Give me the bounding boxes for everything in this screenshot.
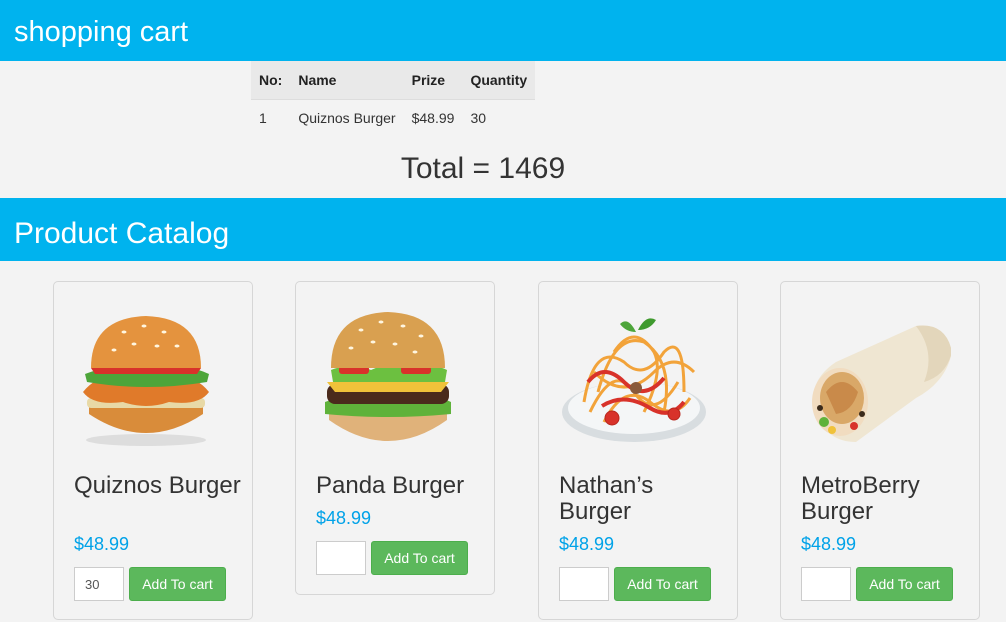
cart-total: Total = 1469: [400, 152, 566, 185]
spaghetti-icon: [562, 318, 706, 442]
column-header-name: Name: [290, 61, 404, 100]
cart-table-header-row: No: Name Prize Quantity: [251, 61, 536, 100]
column-header-no: No:: [251, 61, 291, 100]
column-header-quantity: Quantity: [462, 61, 536, 100]
product-card: Quiznos Burger $48.99 Add To cart: [53, 281, 253, 620]
quantity-input[interactable]: [316, 541, 366, 575]
cell-quantity: 30: [470, 110, 487, 127]
product-name: Quiznos Burger: [74, 472, 241, 499]
burger-icon: [325, 312, 451, 441]
cell-prize: $48.99: [411, 110, 455, 127]
shopping-cart-header: shopping cart: [0, 0, 1006, 61]
column-header-prize: Prize: [403, 61, 463, 100]
quantity-input[interactable]: [559, 567, 609, 601]
cell-name: Quiznos Burger: [298, 110, 396, 127]
quantity-input[interactable]: [74, 567, 124, 601]
add-to-cart-button[interactable]: Add To cart: [856, 567, 953, 601]
cell-no: 1: [259, 110, 267, 127]
table-row: 1 Quiznos Burger $48.99 30: [251, 99, 535, 137]
quantity-input[interactable]: [801, 567, 851, 601]
product-card: Panda Burger $48.99 Add To cart: [295, 281, 495, 595]
product-card: Nathan’s Burger $48.99 Add To cart: [538, 281, 738, 620]
product-price: $48.99: [74, 534, 130, 554]
shopping-cart-title: shopping cart: [14, 16, 189, 48]
product-catalog-header: Product Catalog: [0, 198, 1006, 261]
product-name: Nathan’s Burger: [559, 472, 654, 525]
product-price: $48.99: [559, 534, 615, 554]
add-to-cart-button[interactable]: Add To cart: [614, 567, 711, 601]
add-to-cart-button[interactable]: Add To cart: [129, 567, 226, 601]
wrap-icon: [812, 325, 951, 442]
product-price: $48.99: [801, 534, 857, 554]
product-catalog-title: Product Catalog: [14, 217, 230, 250]
product-price: $48.99: [316, 508, 372, 528]
burger-icon: [83, 316, 209, 446]
product-card: MetroBerry Burger $48.99 Add To cart: [780, 281, 980, 620]
product-name: MetroBerry Burger: [801, 472, 920, 525]
add-to-cart-button[interactable]: Add To cart: [371, 541, 468, 575]
cart-table: No: Name Prize Quantity 1 Quiznos Burger…: [251, 61, 536, 137]
product-name: Panda Burger: [316, 472, 465, 499]
